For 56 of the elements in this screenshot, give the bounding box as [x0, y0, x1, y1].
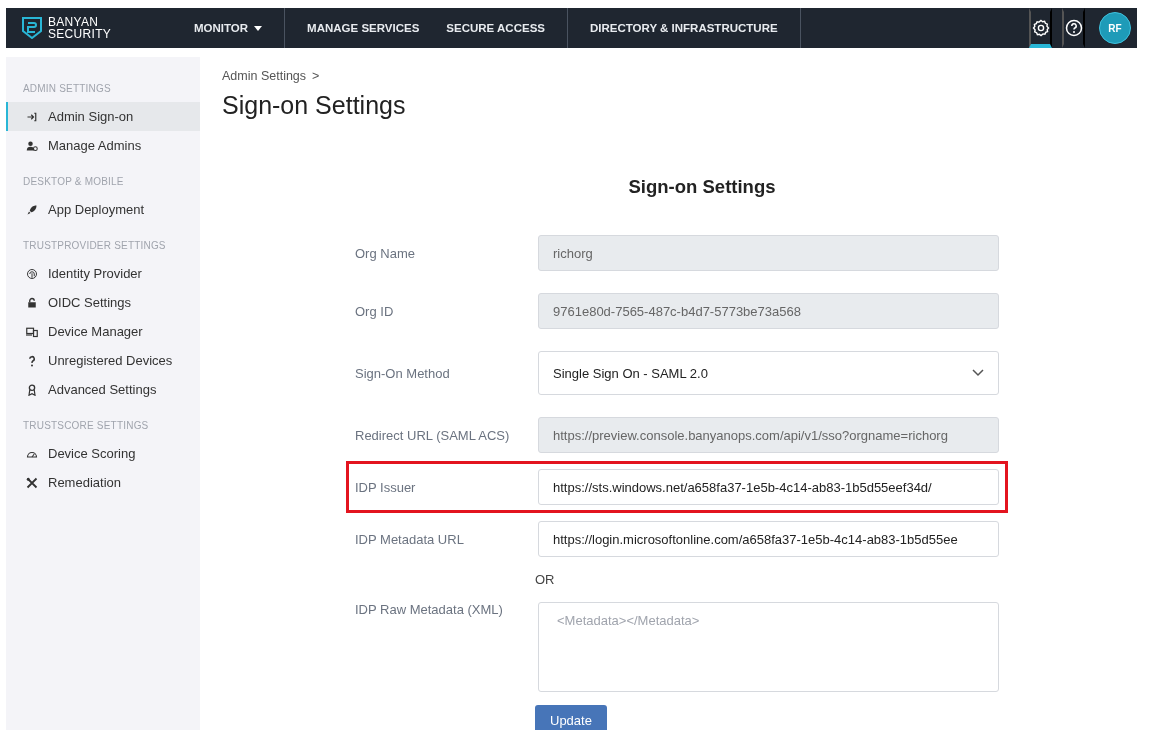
- sidebar-item[interactable]: Admin Sign-on: [6, 102, 200, 131]
- field-label: Sign-On Method: [355, 365, 451, 381]
- nav-link[interactable]: SECURE ACCESS: [446, 22, 545, 34]
- nav-link[interactable]: DIRECTORY & INFRASTRUCTURE: [590, 22, 778, 34]
- readonly-field[interactable]: richorg: [538, 235, 999, 271]
- logo-text: SECURITY: [48, 28, 112, 40]
- section-heading: ADMIN SETTINGS: [22, 82, 112, 96]
- breadcrumb-link[interactable]: Admin Settings: [222, 69, 307, 83]
- menu-item-icon: [26, 110, 38, 123]
- menu-item-icon: [26, 296, 38, 309]
- menu-item-icon: [26, 325, 38, 338]
- menu-item-icon: [26, 354, 38, 367]
- menu-item-icon: [26, 383, 38, 396]
- section-heading: TRUSTPROVIDER SETTINGS: [22, 239, 167, 253]
- help-button[interactable]: [1062, 8, 1085, 48]
- form-title: Sign-on Settings: [627, 176, 777, 198]
- input-field[interactable]: https://login.microsoftonline.com/a658fa37-1e5b-4c14-ab83-1b5d55ee: [538, 521, 999, 557]
- caret-icon: [254, 25, 263, 31]
- menu-item-icon: [26, 139, 38, 152]
- readonly-field[interactable]: 9761e80d-7565-487c-b4d7-5773be73a568: [538, 293, 999, 329]
- field-label: Org Name: [355, 245, 416, 261]
- settings-button[interactable]: [1029, 8, 1052, 48]
- sidebar-item[interactable]: Device Manager: [6, 317, 200, 346]
- help-icon: [1064, 19, 1083, 37]
- update-button[interactable]: Update: [535, 705, 607, 730]
- nav-link[interactable]: MANAGE SERVICES: [307, 22, 420, 34]
- sidebar-item[interactable]: Device Scoring: [6, 439, 200, 468]
- select-field[interactable]: Single Sign On - SAML 2.0: [538, 351, 999, 395]
- sidebar-item[interactable]: Manage Admins: [6, 131, 200, 160]
- menu-item-icon: [26, 203, 38, 216]
- nav-link[interactable]: MONITOR: [194, 22, 263, 34]
- field-label: Redirect URL (SAML ACS): [355, 427, 511, 443]
- textarea-field[interactable]: <Metadata></Metadata>: [538, 602, 999, 692]
- sidebar-item[interactable]: App Deployment: [6, 195, 200, 224]
- sidebar-item[interactable]: Identity Provider: [6, 259, 200, 288]
- field-label: IDP Issuer: [355, 479, 417, 495]
- breadcrumb-separator: >: [312, 69, 320, 83]
- sidebar-item[interactable]: Unregistered Devices: [6, 346, 200, 375]
- menu-item-icon: [26, 267, 38, 280]
- shield-logo-icon: [22, 17, 42, 39]
- readonly-field[interactable]: https://preview.console.banyanops.com/api/v1/sso?orgname=richorg: [538, 417, 999, 453]
- sidebar-item[interactable]: Advanced Settings: [6, 375, 200, 404]
- settings-icon: [1031, 19, 1050, 37]
- section-heading: DESKTOP & MOBILE: [22, 175, 125, 189]
- chevron-down-icon: [972, 369, 984, 377]
- field-label: Org ID: [355, 303, 395, 319]
- menu-item-icon: [26, 476, 38, 489]
- or-text: OR: [535, 572, 556, 587]
- page-title: Sign-on Settings: [222, 91, 407, 120]
- section-heading: TRUSTSCORE SETTINGS: [22, 419, 150, 433]
- sidebar-item[interactable]: OIDC Settings: [6, 288, 200, 317]
- logo-text: BANYAN: [48, 16, 100, 28]
- input-field[interactable]: https://sts.windows.net/a658fa37-1e5b-4c14-ab83-1b5d55eef34d/: [538, 469, 999, 505]
- field-label: IDP Raw Metadata (XML): [355, 602, 504, 617]
- sidebar-item[interactable]: Remediation: [6, 468, 200, 497]
- field-label: IDP Metadata URL: [355, 531, 465, 547]
